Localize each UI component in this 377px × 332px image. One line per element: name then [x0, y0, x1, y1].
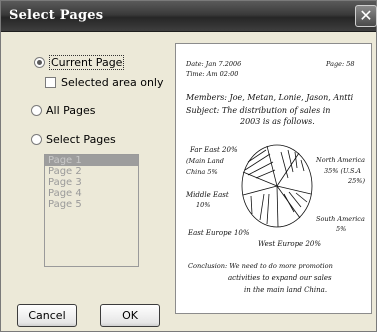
current-page-option[interactable]: Current Page	[34, 55, 125, 70]
label-south-america-pct: 5%	[336, 225, 346, 233]
label-south-america: South America	[316, 215, 365, 223]
note-members: Members: Joe, Metan, Lonie, Jason, Antti	[185, 93, 354, 102]
note-conclusion-end: in the main land China.	[244, 286, 327, 294]
ok-button[interactable]: OK	[100, 304, 160, 327]
note-conclusion-cont: activities to expand our sales	[228, 274, 332, 282]
select-pages-radio[interactable]	[31, 134, 42, 145]
dialog-title: Select Pages	[9, 8, 104, 23]
title-bar[interactable]: Select Pages ✕	[1, 1, 377, 32]
cancel-button[interactable]: Cancel	[17, 304, 77, 327]
selected-area-only-option[interactable]: Selected area only	[45, 76, 163, 89]
list-item[interactable]: Page 5	[45, 199, 138, 210]
select-pages-label: Select Pages	[46, 133, 116, 146]
note-subject-cont: 2003 is as follows.	[239, 117, 315, 126]
label-middle-east-pct: 10%	[196, 201, 210, 209]
current-page-radio[interactable]	[34, 57, 45, 68]
list-item[interactable]: Page 2	[45, 166, 138, 177]
close-icon: ✕	[359, 6, 373, 25]
label-middle-east: Middle East	[185, 191, 229, 199]
note-subject: Subject: The distribution of sales in	[186, 106, 330, 115]
selected-area-only-checkbox[interactable]	[45, 77, 56, 88]
pie-sketch	[241, 144, 313, 228]
list-item[interactable]: Page 4	[45, 188, 138, 199]
close-button[interactable]: ✕	[355, 5, 377, 27]
all-pages-radio[interactable]	[31, 105, 42, 116]
label-north-america-pct: 35% (U.S.A	[324, 167, 361, 175]
label-far-east: Far East 20%	[189, 146, 238, 154]
label-far-east-sub: (Main Land	[186, 157, 224, 165]
note-date: Date: Jan 7.2006	[185, 60, 241, 68]
handwritten-note-image: Date: Jan 7.2006 Time: Am 02:00 Page: 58…	[185, 60, 365, 294]
label-west-europe: West Europe 20%	[258, 240, 321, 248]
list-item[interactable]: Page 3	[45, 177, 138, 188]
select-pages-dialog: Select Pages ✕ Current Page Selected are…	[0, 0, 377, 332]
note-conclusion: Conclusion: We need to do more promotion	[188, 262, 333, 270]
page-preview: Date: Jan 7.2006 Time: Am 02:00 Page: 58…	[175, 43, 372, 314]
label-north-america: North America	[315, 156, 365, 164]
select-pages-option[interactable]: Select Pages	[31, 133, 116, 146]
note-page: Page: 58	[325, 60, 355, 68]
all-pages-option[interactable]: All Pages	[31, 104, 96, 117]
label-far-east-china: China 5%	[186, 168, 218, 176]
current-page-label: Current Page	[49, 55, 125, 70]
all-pages-label: All Pages	[46, 104, 96, 117]
list-item[interactable]: Page 1	[45, 155, 138, 166]
note-time: Time: Am 02:00	[186, 70, 238, 78]
label-east-europe: East Europe 10%	[187, 229, 250, 237]
label-north-america-usa: 25%)	[347, 177, 365, 185]
selected-area-only-label: Selected area only	[61, 76, 164, 89]
page-list[interactable]: Page 1 Page 2 Page 3 Page 4 Page 5	[44, 154, 139, 267]
